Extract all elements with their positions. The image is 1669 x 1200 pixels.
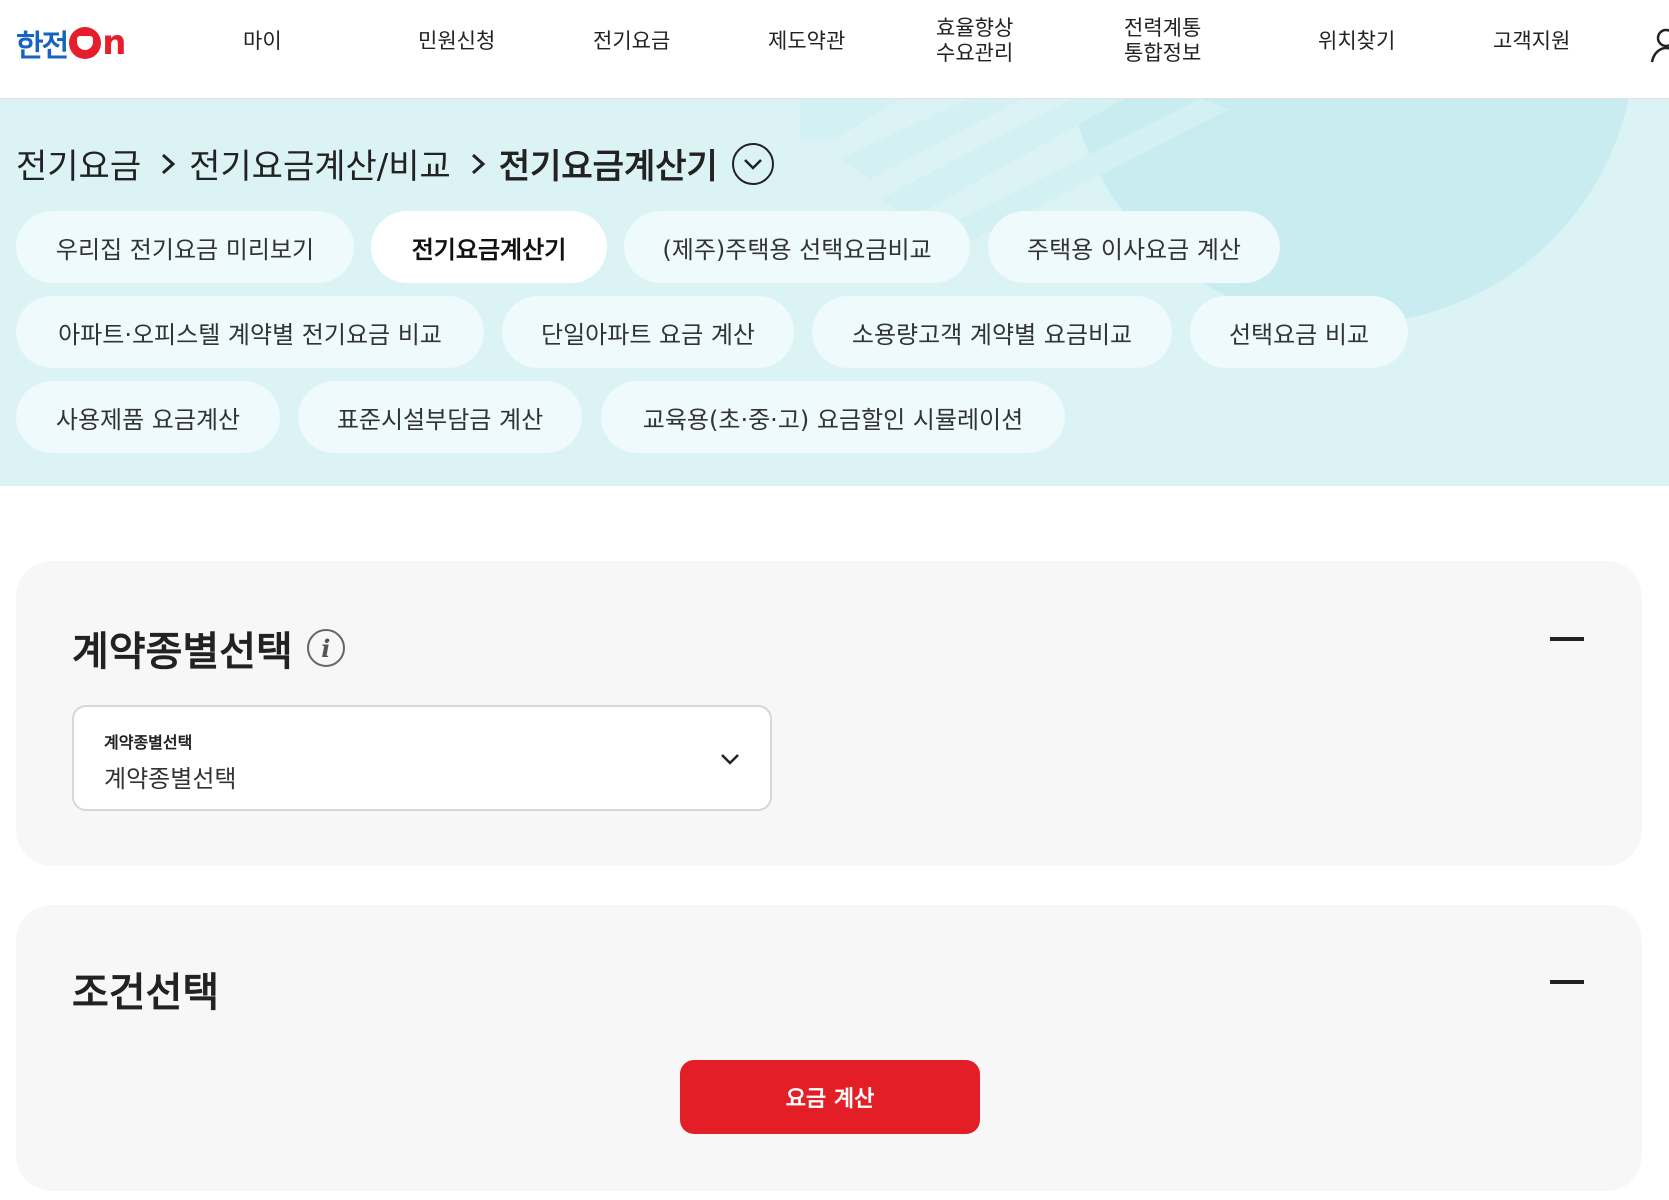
nav-my[interactable]: 마이 xyxy=(243,29,282,54)
collapse-minus-icon[interactable] xyxy=(1550,980,1584,984)
condition-title: 조건선택 xyxy=(72,960,219,1018)
chip-small-capacity-compare[interactable]: 소용량고객 계약별 요금비교 xyxy=(812,296,1172,368)
contract-type-select-value: 계약종별선택 xyxy=(104,765,237,793)
breadcrumb-item-bill-calc-compare[interactable]: 전기요금계산/비교 xyxy=(189,139,451,188)
nav-location[interactable]: 위치찾기 xyxy=(1318,29,1395,54)
chevron-down-icon xyxy=(743,158,762,170)
chip-label: 교육용(초·중·고) 요금할인 시뮬레이션 xyxy=(642,405,1024,434)
chip-standard-facility-charge[interactable]: 표준시설부담금 계산 xyxy=(298,381,582,453)
nav-grid-info-label-1: 전력계통 xyxy=(1124,16,1202,40)
nav-efficiency-demand-label-1: 효율향상 xyxy=(936,16,1014,40)
breadcrumb-item-electric-bill[interactable]: 전기요금 xyxy=(16,139,141,188)
contract-type-title: 계약종별선택 i xyxy=(72,619,345,677)
chip-label: 표준시설부담금 계산 xyxy=(336,405,544,434)
logo-text: 한전 xyxy=(16,29,69,64)
nav-civil-application-label: 민원신청 xyxy=(418,29,496,53)
chip-education-discount-simulation[interactable]: 교육용(초·중·고) 요금할인 시뮬레이션 xyxy=(601,381,1065,453)
chevron-right-icon xyxy=(471,153,486,174)
kepco-on-logo[interactable]: 한전 n xyxy=(16,26,126,64)
chip-label: 전기요금계산기 xyxy=(411,235,567,264)
contract-type-title-text: 계약종별선택 xyxy=(72,629,293,675)
chip-single-apartment-calc[interactable]: 단일아파트 요금 계산 xyxy=(502,296,794,368)
nav-electric-bill-label: 전기요금 xyxy=(593,29,671,53)
chip-label: 단일아파트 요금 계산 xyxy=(541,320,755,349)
chip-jeju-residential-compare[interactable]: (제주)주택용 선택요금비교 xyxy=(624,211,970,283)
sub-navigation-banner: 전기요금 전기요금계산/비교 전기요금계산기 우리집 전기요금 미리보기 전기요… xyxy=(0,99,1669,486)
nav-electric-bill[interactable]: 전기요금 xyxy=(593,29,670,54)
breadcrumb: 전기요금 전기요금계산/비교 전기요금계산기 xyxy=(16,139,774,188)
nav-customer-support[interactable]: 고객지원 xyxy=(1493,29,1570,54)
logo-o-icon xyxy=(69,27,102,59)
nav-policy-terms-label: 제도약관 xyxy=(768,29,846,53)
chip-label: 우리집 전기요금 미리보기 xyxy=(55,235,315,264)
contract-type-select-label: 계약종별선택 xyxy=(104,733,193,752)
user-icon[interactable] xyxy=(1648,24,1669,64)
chip-home-bill-preview[interactable]: 우리집 전기요금 미리보기 xyxy=(16,211,354,283)
breadcrumb-current: 전기요금계산기 xyxy=(498,147,718,187)
chip-label: 소용량고객 계약별 요금비교 xyxy=(851,320,1133,349)
chip-label: 사용제품 요금계산 xyxy=(55,405,241,434)
top-header: 한전 n 마이 민원신청 전기요금 제도약관 효율향상 수요관리 전력계통 통합… xyxy=(0,0,1669,99)
nav-grid-info[interactable]: 전력계통 통합정보 xyxy=(1124,16,1201,66)
chip-apartment-officetel-compare[interactable]: 아파트·오피스텔 계약별 전기요금 비교 xyxy=(16,296,484,368)
chip-bill-calculator[interactable]: 전기요금계산기 xyxy=(371,211,607,283)
chip-label: 주택용 이사요금 계산 xyxy=(1027,235,1241,264)
nav-customer-support-label: 고객지원 xyxy=(1493,29,1571,53)
chip-label: 선택요금 비교 xyxy=(1228,320,1370,349)
chip-label: 아파트·오피스텔 계약별 전기요금 비교 xyxy=(58,320,442,349)
contract-type-section: 계약종별선택 i 계약종별선택 계약종별선택 xyxy=(16,561,1642,866)
chip-product-usage-calc[interactable]: 사용제품 요금계산 xyxy=(16,381,280,453)
contract-type-select[interactable]: 계약종별선택 계약종별선택 xyxy=(72,705,772,811)
chip-selective-rate-compare[interactable]: 선택요금 비교 xyxy=(1190,296,1408,368)
condition-title-text: 조건선택 xyxy=(72,970,220,1016)
condition-section: 조건선택 요금 계산 xyxy=(16,905,1642,1191)
nav-my-label: 마이 xyxy=(243,29,282,53)
breadcrumb-dropdown-button[interactable] xyxy=(731,142,774,185)
logo-on-mark: n xyxy=(69,26,126,60)
nav-location-label: 위치찾기 xyxy=(1318,29,1396,53)
chevron-right-icon xyxy=(162,153,176,174)
calculate-bill-button[interactable]: 요금 계산 xyxy=(680,1060,980,1134)
nav-efficiency-demand[interactable]: 효율향상 수요관리 xyxy=(936,16,1013,66)
nav-efficiency-demand-label-2: 수요관리 xyxy=(936,41,1014,65)
collapse-minus-icon[interactable] xyxy=(1550,637,1584,641)
chip-label: (제주)주택용 선택요금비교 xyxy=(662,235,932,264)
chip-residential-moving-calc[interactable]: 주택용 이사요금 계산 xyxy=(988,211,1280,283)
logo-n: n xyxy=(102,23,127,63)
info-icon[interactable]: i xyxy=(306,629,345,667)
nav-grid-info-label-2: 통합정보 xyxy=(1124,41,1202,65)
chevron-down-icon xyxy=(721,754,739,765)
nav-civil-application[interactable]: 민원신청 xyxy=(418,29,495,54)
nav-policy-terms[interactable]: 제도약관 xyxy=(768,29,845,54)
